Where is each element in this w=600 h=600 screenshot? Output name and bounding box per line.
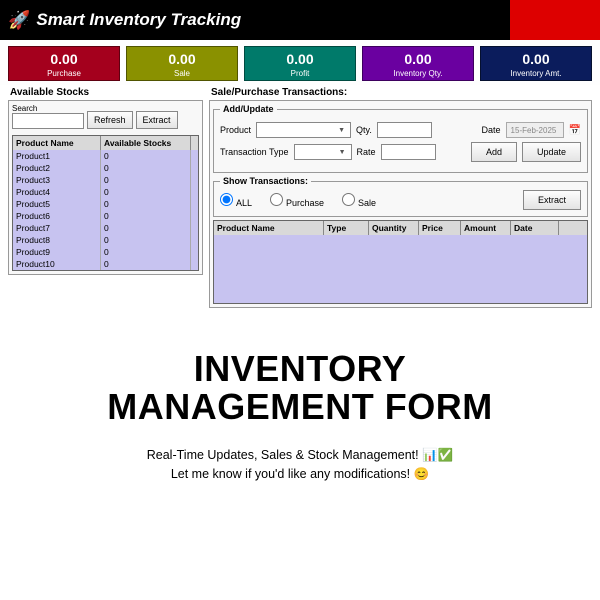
calendar-icon[interactable]: 📅 — [569, 125, 581, 136]
add-button[interactable]: Add — [471, 142, 517, 162]
kpi-inventory-qty: 0.00Inventory Qty. — [362, 46, 474, 81]
transactions-title: Sale/Purchase Transactions: — [211, 87, 592, 98]
kpi-purchase: 0.00Purchase — [8, 46, 120, 81]
rocket-icon: 🚀 — [8, 10, 30, 31]
product-select[interactable]: ▼ — [256, 122, 351, 138]
tcol-price: Price — [419, 221, 461, 235]
col-available-stocks: Available Stocks — [101, 136, 191, 150]
table-row[interactable]: Product90 — [13, 246, 198, 258]
table-row[interactable]: Product60 — [13, 210, 198, 222]
promo-line-1: Real-Time Updates, Sales & Stock Managem… — [0, 448, 600, 463]
kpi-inventory-amt: 0.00Inventory Amt. — [480, 46, 592, 81]
tcol-date: Date — [511, 221, 559, 235]
table-row[interactable]: Product80 — [13, 234, 198, 246]
extract-stocks-button[interactable]: Extract — [136, 111, 178, 129]
table-row[interactable]: Product70 — [13, 222, 198, 234]
chevron-down-icon: ▼ — [336, 127, 347, 134]
update-button[interactable]: Update — [522, 142, 581, 162]
txn-type-select[interactable]: ▼ — [294, 144, 352, 160]
promo-line-2: Let me know if you'd like any modificati… — [0, 467, 600, 482]
tcol-amount: Amount — [461, 221, 511, 235]
date-label: Date — [482, 125, 501, 135]
add-update-fieldset: Add/Update Product ▼ Qty. Date 15-Feb-20… — [213, 104, 588, 173]
promo-title-2: MANAGEMENT FORM — [0, 388, 600, 426]
stocks-grid: Product Name Available Stocks Product10P… — [12, 135, 199, 271]
tcol-type: Type — [324, 221, 369, 235]
top-bar-accent — [510, 0, 600, 40]
kpi-profit: 0.00Profit — [244, 46, 356, 81]
rate-input[interactable] — [381, 144, 436, 160]
table-row[interactable]: Product50 — [13, 198, 198, 210]
top-bar: 🚀 Smart Inventory Tracking — [0, 0, 600, 40]
promo-title-1: INVENTORY — [0, 350, 600, 388]
tcol-name: Product Name — [214, 221, 324, 235]
search-input[interactable] — [12, 113, 84, 129]
search-label: Search — [12, 104, 84, 113]
transactions-grid: Product Name Type Quantity Price Amount … — [213, 220, 588, 304]
qty-input[interactable] — [377, 122, 432, 138]
table-row[interactable]: Product20 — [13, 162, 198, 174]
tcol-qty: Quantity — [369, 221, 419, 235]
show-transactions-legend: Show Transactions: — [220, 176, 311, 186]
txn-type-label: Transaction Type — [220, 147, 289, 157]
app-title: Smart Inventory Tracking — [36, 10, 241, 30]
qty-label: Qty. — [356, 125, 372, 135]
radio-purchase[interactable]: Purchase — [270, 193, 324, 208]
product-label: Product — [220, 125, 251, 135]
table-row[interactable]: Product100 — [13, 258, 198, 270]
col-product-name: Product Name — [13, 136, 101, 150]
available-stocks-title: Available Stocks — [10, 87, 203, 98]
add-update-legend: Add/Update — [220, 104, 277, 114]
kpi-sale: 0.00Sale — [126, 46, 238, 81]
table-row[interactable]: Product40 — [13, 186, 198, 198]
promo-block: INVENTORY MANAGEMENT FORM Real-Time Upda… — [0, 350, 600, 482]
date-field: 15-Feb-2025 — [506, 122, 564, 138]
table-row[interactable]: Product30 — [13, 174, 198, 186]
extract-transactions-button[interactable]: Extract — [523, 190, 581, 210]
show-transactions-fieldset: Show Transactions: ALL Purchase Sale Ext… — [213, 176, 588, 217]
table-row[interactable]: Product10 — [13, 150, 198, 162]
refresh-button[interactable]: Refresh — [87, 111, 133, 129]
radio-sale[interactable]: Sale — [342, 193, 376, 208]
chevron-down-icon: ▼ — [337, 149, 348, 156]
rate-label: Rate — [357, 147, 376, 157]
kpi-row: 0.00Purchase 0.00Sale 0.00Profit 0.00Inv… — [0, 40, 600, 85]
radio-all[interactable]: ALL — [220, 193, 252, 208]
